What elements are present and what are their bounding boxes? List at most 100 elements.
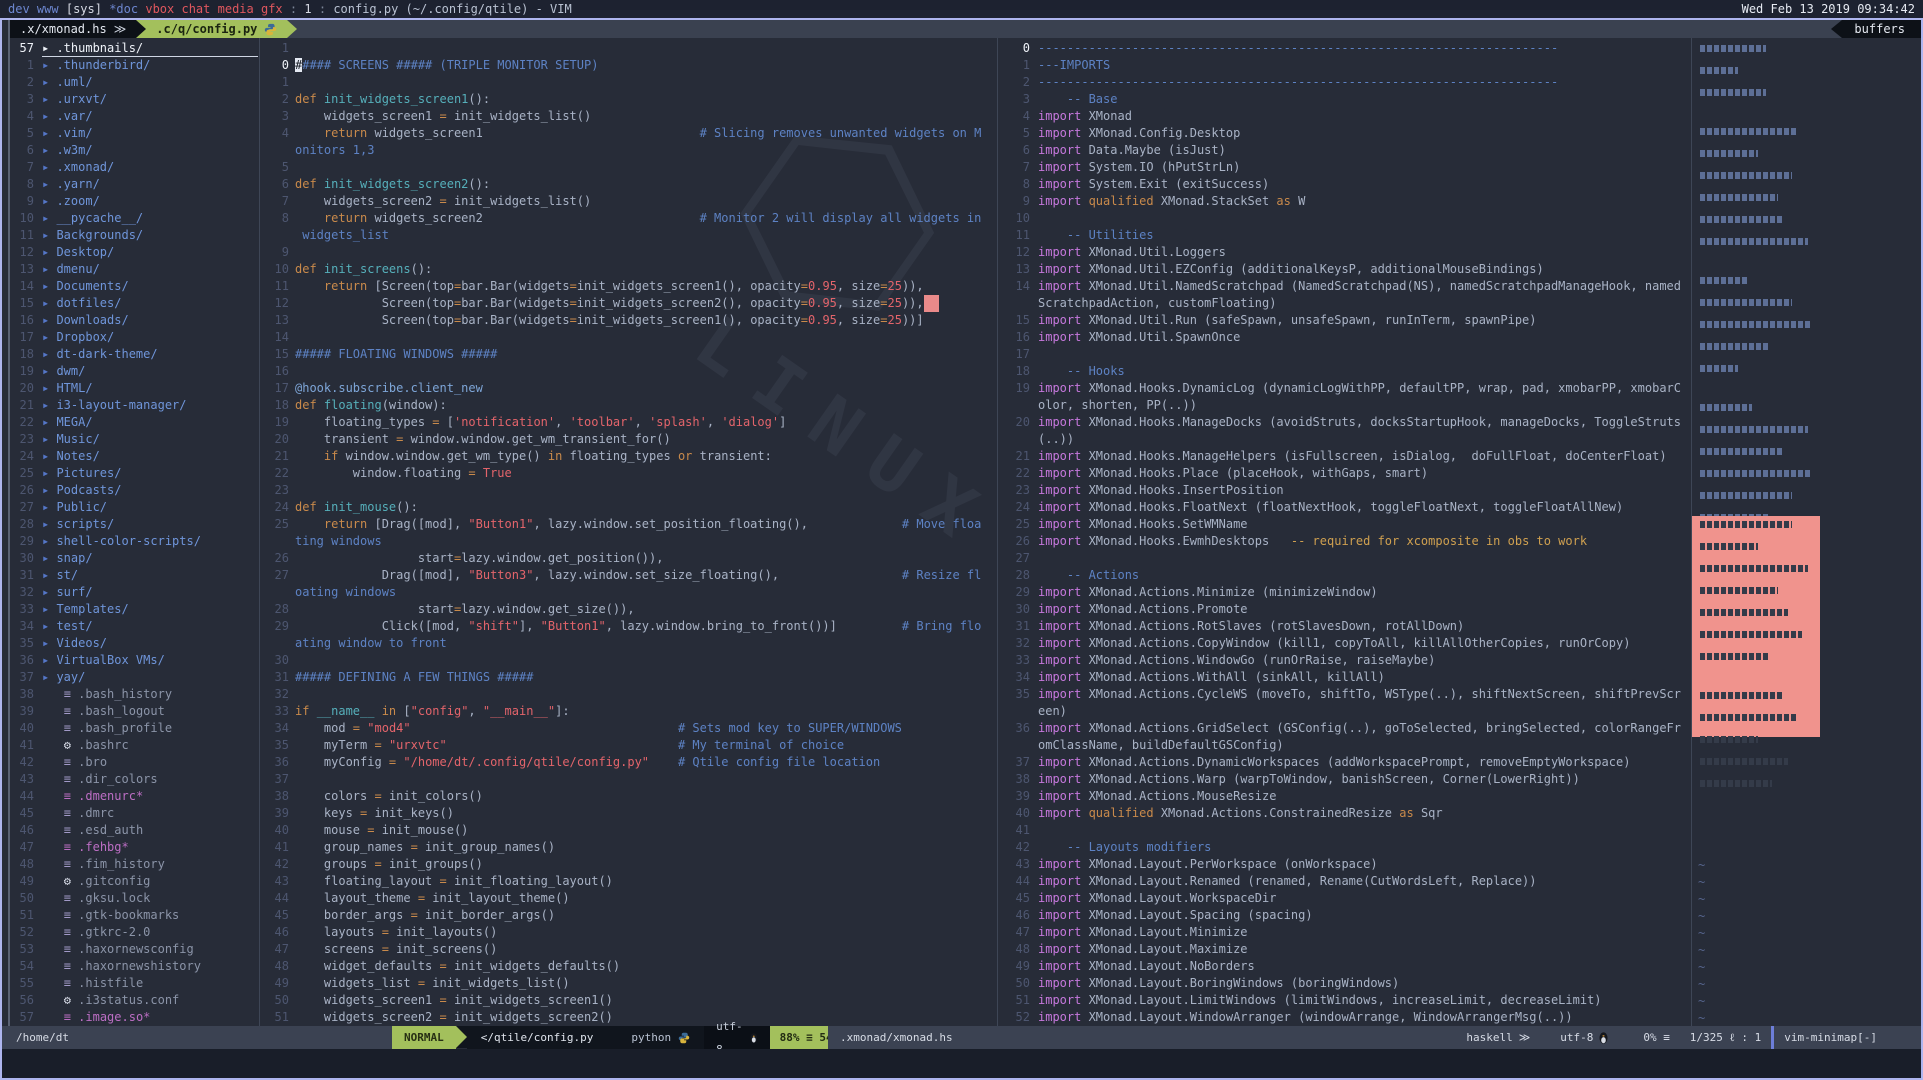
config-line-row[interactable]: 29 Click([mod, "shift"], "Button1", lazy…	[263, 618, 995, 635]
tree-row[interactable]: 27▸ Public/	[10, 499, 258, 516]
config-line-row[interactable]: 0##### SCREENS ##### (TRIPLE MONITOR SET…	[263, 57, 995, 74]
config-line-row[interactable]: 14	[263, 329, 995, 346]
xmonad-line-row[interactable]: 37import XMonad.Actions.DynamicWorkspace…	[1002, 754, 1690, 771]
workspace-sys[interactable]: [sys]	[66, 2, 102, 16]
minimap-row[interactable]	[1692, 128, 1921, 145]
xmonad-line-row[interactable]: 8import System.Exit (exitSuccess)	[1002, 176, 1690, 193]
xmonad-line-row[interactable]: 24import XMonad.Hooks.FloatNext (floatNe…	[1002, 499, 1690, 516]
config-line-row[interactable]: 19 floating_types = ['notification', 'to…	[263, 414, 995, 431]
xmonad-line-row[interactable]: 45import XMonad.Layout.WorkspaceDir	[1002, 890, 1690, 907]
config-line-row[interactable]: 16	[263, 363, 995, 380]
tree-row[interactable]: 37▸ yay/	[10, 669, 258, 686]
xmonad-line-row[interactable]: 1---IMPORTS	[1002, 57, 1690, 74]
vertical-split-1[interactable]	[259, 38, 260, 1026]
xmonad-line-row[interactable]: 40import qualified XMonad.Actions.Constr…	[1002, 805, 1690, 822]
tree-row[interactable]: 16▸ Downloads/	[10, 312, 258, 329]
tree-row[interactable]: 34▸ test/	[10, 618, 258, 635]
config-line-row[interactable]: 30	[263, 652, 995, 669]
xmonad-line-row[interactable]: 29import XMonad.Actions.Minimize (minimi…	[1002, 584, 1690, 601]
xmonad-line-row[interactable]: 17	[1002, 346, 1690, 363]
tree-row[interactable]: 14▸ Documents/	[10, 278, 258, 295]
minimap-row[interactable]	[1692, 150, 1921, 167]
workspace-gfx[interactable]: gfx	[261, 2, 283, 16]
tree-row[interactable]: 46 ≡ .esd_auth	[10, 822, 258, 839]
config-line-row[interactable]: 35 myTerm = "urxvtc" # My terminal of ch…	[263, 737, 995, 754]
minimap-viewport-row[interactable]	[1692, 692, 1820, 709]
config-line-row[interactable]: 15##### FLOATING WINDOWS #####	[263, 346, 995, 363]
config-line-row[interactable]: ating window to front	[263, 635, 995, 652]
xmonad-line-row[interactable]: 18 -- Hooks	[1002, 363, 1690, 380]
config-line-row[interactable]: 46 layouts = init_layouts()	[263, 924, 995, 941]
tree-row[interactable]: 12▸ Desktop/	[10, 244, 258, 261]
xmonad-line-row[interactable]: 9import qualified XMonad.StackSet as W	[1002, 193, 1690, 210]
xmonad-line-row[interactable]: 11 -- Utilities	[1002, 227, 1690, 244]
minimap-row[interactable]	[1692, 89, 1921, 106]
minimap-viewport-row[interactable]	[1692, 758, 1820, 775]
config-line-row[interactable]: 25 return [Drag([mod], "Button1", lazy.w…	[263, 516, 995, 533]
xmonad-line-row[interactable]: 16import XMonad.Util.SpawnOnce	[1002, 329, 1690, 346]
minimap-row[interactable]	[1692, 67, 1921, 84]
tree-row[interactable]: 39 ≡ .bash_logout	[10, 703, 258, 720]
xmonad-line-row[interactable]: 19import XMonad.Hooks.DynamicLog (dynami…	[1002, 380, 1690, 397]
tree-row[interactable]: 20▸ HTML/	[10, 380, 258, 397]
config-line-row[interactable]: 27 Drag([mod], "Button3", lazy.window.se…	[263, 567, 995, 584]
tree-row[interactable]: 4▸ .var/	[10, 108, 258, 125]
xmonad-line-row[interactable]: 26import XMonad.Hooks.EwmhDesktops -- re…	[1002, 533, 1690, 550]
xmonad-line-row[interactable]: 33import XMonad.Actions.WindowGo (runOrR…	[1002, 652, 1690, 669]
config-line-row[interactable]: 22 window.floating = True	[263, 465, 995, 482]
minimap-viewport-row[interactable]	[1692, 653, 1820, 670]
tree-row[interactable]: 40 ≡ .bash_profile	[10, 720, 258, 737]
config-line-row[interactable]: 40 mouse = init_mouse()	[263, 822, 995, 839]
workspace-media[interactable]: media	[218, 2, 254, 16]
config-line-row[interactable]: 21 if window.window.get_wm_type() in flo…	[263, 448, 995, 465]
config-line-row[interactable]: 51 widgets_screen2 = init_widgets_screen…	[263, 1009, 995, 1026]
config-line-row[interactable]: 34 mod = "mod4" # Sets mod key to SUPER/…	[263, 720, 995, 737]
xmonad-line-row[interactable]: 42 -- Layouts modifiers	[1002, 839, 1690, 856]
tree-row[interactable]: 56 ⚙ .i3status.conf	[10, 992, 258, 1009]
config-line-row[interactable]: 2def init_widgets_screen1():	[263, 91, 995, 108]
xmonad-line-row[interactable]: 6import Data.Maybe (isJust)	[1002, 142, 1690, 159]
minimap-viewport-highlight[interactable]	[1692, 516, 1820, 737]
config-line-row[interactable]: 24def init_mouse():	[263, 499, 995, 516]
xmonad-line-row[interactable]: 27	[1002, 550, 1690, 567]
tree-row[interactable]: 5▸ .vim/	[10, 125, 258, 142]
xmonad-line-row[interactable]: 23import XMonad.Hooks.InsertPosition	[1002, 482, 1690, 499]
xmonad-line-row[interactable]: 35import XMonad.Actions.CycleWS (moveTo,…	[1002, 686, 1690, 703]
tree-row[interactable]: 10▸ __pycache__/	[10, 210, 258, 227]
vim-command-line[interactable]	[2, 1049, 1921, 1078]
xmonad-line-row[interactable]: 41	[1002, 822, 1690, 839]
tree-row[interactable]: 52 ≡ .gtkrc-2.0	[10, 924, 258, 941]
xmonad-line-row[interactable]: 32import XMonad.Actions.CopyWindow (kill…	[1002, 635, 1690, 652]
xmonad-line-row[interactable]: ScratchpadAction, customFloating)	[1002, 295, 1690, 312]
config-line-row[interactable]: 6def init_widgets_screen2():	[263, 176, 995, 193]
config-line-row[interactable]: 3 widgets_screen1 = init_widgets_list()	[263, 108, 995, 125]
workspace-vbox[interactable]: vbox	[145, 2, 174, 16]
config-line-row[interactable]: 8 return widgets_screen2 # Monitor 2 wil…	[263, 210, 995, 227]
tree-row[interactable]: 45 ≡ .dmrc	[10, 805, 258, 822]
minimap-row[interactable]	[1692, 216, 1921, 233]
tree-row[interactable]: 32▸ surf/	[10, 584, 258, 601]
minimap-viewport-row[interactable]	[1692, 714, 1820, 731]
xmonad-line-row[interactable]: 21import XMonad.Hooks.ManageHelpers (isF…	[1002, 448, 1690, 465]
config-line-row[interactable]: 10def init_screens():	[263, 261, 995, 278]
tree-row[interactable]: 6▸ .w3m/	[10, 142, 258, 159]
config-line-row[interactable]: oating windows	[263, 584, 995, 601]
xmonad-line-row[interactable]: 14import XMonad.Util.NamedScratchpad (Na…	[1002, 278, 1690, 295]
config-line-row[interactable]: 47 screens = init_screens()	[263, 941, 995, 958]
minimap-row[interactable]	[1692, 172, 1921, 189]
xmonad-line-row[interactable]: 7import System.IO (hPutStrLn)	[1002, 159, 1690, 176]
tree-row[interactable]: 29▸ shell-color-scripts/	[10, 533, 258, 550]
tree-row[interactable]: 36▸ VirtualBox VMs/	[10, 652, 258, 669]
config-line-row[interactable]: 38 colors = init_colors()	[263, 788, 995, 805]
minimap-row[interactable]	[1692, 470, 1921, 487]
tree-row[interactable]: 28▸ scripts/	[10, 516, 258, 533]
minimap-row[interactable]	[1692, 238, 1921, 255]
config-line-row[interactable]: 49 widgets_list = init_widgets_list()	[263, 975, 995, 992]
config-line-row[interactable]: 48 widget_defaults = init_widgets_defaul…	[263, 958, 995, 975]
xmonad-line-row[interactable]: 20import XMonad.Hooks.ManageDocks (avoid…	[1002, 414, 1690, 431]
config-line-row[interactable]: 42 groups = init_groups()	[263, 856, 995, 873]
tree-row[interactable]: 21▸ i3-layout-manager/	[10, 397, 258, 414]
tab-xmonad[interactable]: .x/xmonad.hs ≫	[10, 20, 136, 38]
tree-row[interactable]: 30▸ snap/	[10, 550, 258, 567]
minimap-viewport-row[interactable]	[1692, 631, 1820, 648]
